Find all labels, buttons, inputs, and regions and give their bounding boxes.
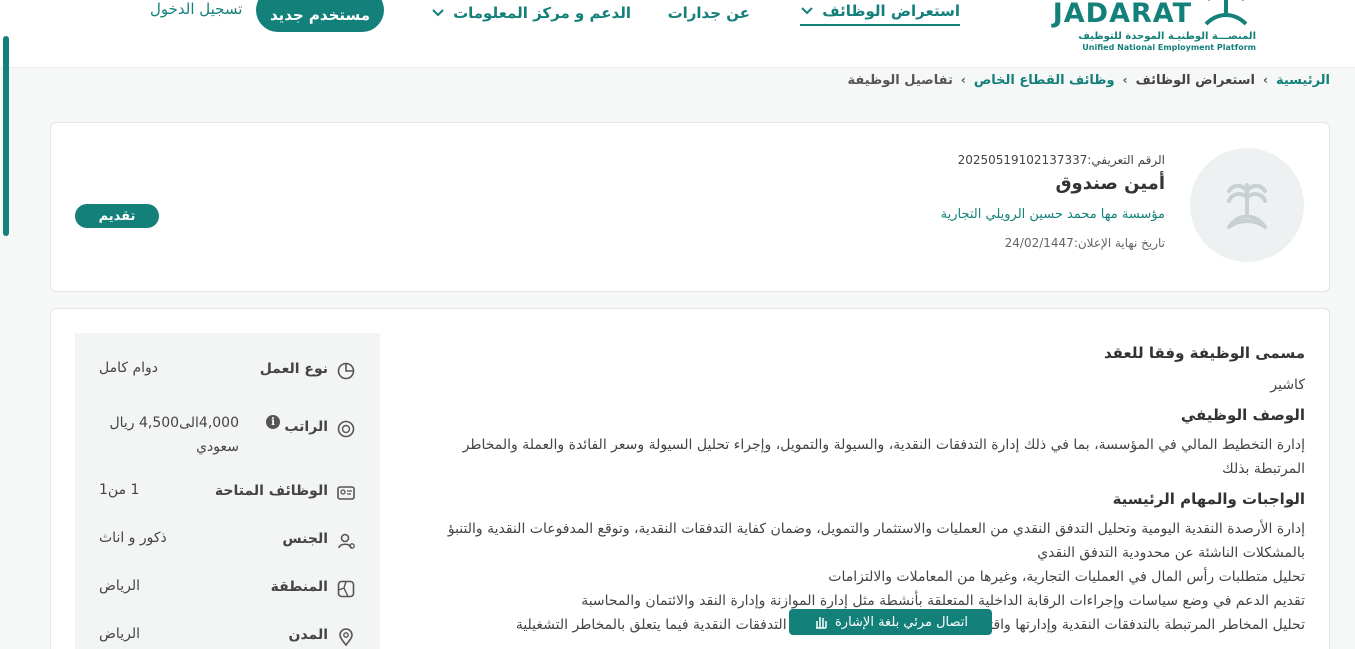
attribute-value: 1 من1 bbox=[99, 482, 140, 498]
attribute-label: نوع العمل bbox=[259, 361, 328, 377]
breadcrumb-browse[interactable]: استعراض الوظائف bbox=[1136, 73, 1255, 88]
attribute-value: دوام كامل bbox=[99, 360, 159, 376]
description-text: إدارة التخطيط المالي في المؤسسة، بما في … bbox=[462, 437, 1305, 477]
attribute-value: الرياض bbox=[99, 626, 140, 642]
chevron-down-icon bbox=[801, 7, 813, 15]
attribute-label: المنطقة bbox=[270, 579, 328, 595]
contract-title-heading: مسمى الوظيفة وفقا للعقد bbox=[1103, 344, 1305, 362]
attribute-gender: الجنس ذكور و اناث bbox=[75, 529, 380, 569]
attribute-region: المنطقة الرياض bbox=[75, 577, 380, 617]
attribute-label: المدن bbox=[288, 627, 328, 643]
apply-button[interactable]: تقديم bbox=[75, 204, 159, 228]
nav-browse-jobs[interactable]: استعراض الوظائف bbox=[800, 0, 960, 26]
breadcrumb-separator-icon: › bbox=[1263, 73, 1268, 87]
location-pin-icon bbox=[339, 628, 353, 647]
gender-icon bbox=[338, 533, 355, 549]
nav-about-label: عن جدارات bbox=[667, 4, 750, 22]
sign-language-hand-icon bbox=[815, 617, 827, 629]
attribute-label: الراتب bbox=[284, 419, 328, 435]
site-header: JADARAT المنصـــة الوطنيـة الموحدة للتوظ… bbox=[0, 0, 1355, 68]
nav-support[interactable]: الدعم و مركز المعلومات bbox=[431, 0, 631, 26]
duty-item: تحليل متطلبات رأس المال في العمليات التج… bbox=[828, 569, 1305, 585]
breadcrumb-separator-icon: › bbox=[960, 73, 966, 87]
job-attributes-panel: نوع العمل دوام كامل الراتب i 4,000الى4,5… bbox=[75, 333, 380, 649]
attribute-available-jobs: الوظائف المتاحة 1 من1 bbox=[75, 481, 380, 521]
breadcrumb-current: تفاصيل الوظيفة bbox=[847, 72, 953, 88]
logo-subtitle-en: Unified National Employment Platform bbox=[1082, 43, 1256, 52]
duties-heading: الواجبات والمهام الرئيسية bbox=[1112, 490, 1305, 508]
logo-wordmark: JADARAT bbox=[1052, 0, 1192, 29]
company-placeholder-emblem-icon bbox=[1227, 183, 1267, 229]
chevron-down-icon bbox=[432, 9, 444, 17]
attribute-cities: المدن الرياض bbox=[75, 625, 380, 649]
nav-support-label: الدعم و مركز المعلومات bbox=[453, 4, 631, 22]
attribute-work-type: نوع العمل دوام كامل bbox=[75, 359, 380, 399]
sign-language-label: اتصال مرئي بلغة الإشارة bbox=[834, 614, 969, 630]
logo-subtitle-ar: المنصـــة الوطنيـة الموحدة للتوظيف bbox=[1078, 31, 1256, 42]
salary-icon bbox=[337, 420, 355, 438]
contract-title-value: كاشير bbox=[1270, 377, 1305, 393]
description-heading: الوصف الوظيفي bbox=[1180, 406, 1305, 424]
company-avatar bbox=[1190, 148, 1304, 262]
job-summary-card: الرقم التعريفي:20250519102137337 أمين صن… bbox=[50, 122, 1330, 292]
info-icon[interactable]: i bbox=[266, 415, 280, 429]
id-card-icon bbox=[337, 486, 355, 500]
attribute-value: الرياض bbox=[99, 578, 140, 594]
job-title: أمين صندوق bbox=[1055, 173, 1165, 194]
job-details-card: نوع العمل دوام كامل الراتب i 4,000الى4,5… bbox=[50, 308, 1330, 649]
attribute-value: ذكور و اناث bbox=[99, 530, 167, 546]
breadcrumb-home[interactable]: الرئيسية bbox=[1276, 73, 1330, 88]
nav-about[interactable]: عن جدارات bbox=[668, 0, 750, 26]
breadcrumb-private-jobs[interactable]: وظائف القطاع الخاص bbox=[974, 73, 1115, 88]
register-button[interactable]: مستخدم جديد bbox=[256, 0, 384, 32]
breadcrumb: الرئيسية › استعراض الوظائف › وظائف القطا… bbox=[847, 70, 1330, 90]
palm-swords-emblem-icon bbox=[1204, 0, 1248, 26]
company-name-link[interactable]: مؤسسة مها محمد حسين الرويلي التجارية bbox=[941, 207, 1165, 222]
scroll-indicator[interactable] bbox=[3, 36, 9, 236]
region-icon bbox=[337, 580, 355, 598]
login-link[interactable]: تسجيل الدخول bbox=[150, 0, 242, 18]
attribute-label: الوظائف المتاحة bbox=[214, 483, 328, 499]
attribute-label: الجنس bbox=[282, 531, 328, 547]
page: JADARAT المنصـــة الوطنيـة الموحدة للتوظ… bbox=[0, 0, 1355, 649]
attribute-value: 4,000الى4,500 ريال سعودي bbox=[109, 415, 239, 455]
nav-browse-jobs-label: استعراض الوظائف bbox=[822, 2, 960, 20]
job-description-content: مسمى الوظيفة وفقا للعقد كاشير الوصف الوظ… bbox=[425, 343, 1305, 637]
attribute-salary: الراتب i 4,000الى4,500 ريال سعودي bbox=[75, 415, 380, 457]
breadcrumb-separator-icon: › bbox=[1122, 73, 1128, 87]
announcement-deadline: تاريخ نهاية الإعلان:24/02/1447 bbox=[1004, 236, 1165, 250]
sign-language-call-button[interactable]: اتصال مرئي بلغة الإشارة bbox=[789, 609, 992, 635]
pie-chart-icon bbox=[337, 362, 355, 380]
job-id: الرقم التعريفي:20250519102137337 bbox=[957, 153, 1165, 167]
duty-item: إدارة الأرصدة النقدية اليومية وتحليل الت… bbox=[447, 521, 1305, 561]
jadarat-logo[interactable]: JADARAT المنصـــة الوطنيـة الموحدة للتوظ… bbox=[1053, 0, 1258, 56]
